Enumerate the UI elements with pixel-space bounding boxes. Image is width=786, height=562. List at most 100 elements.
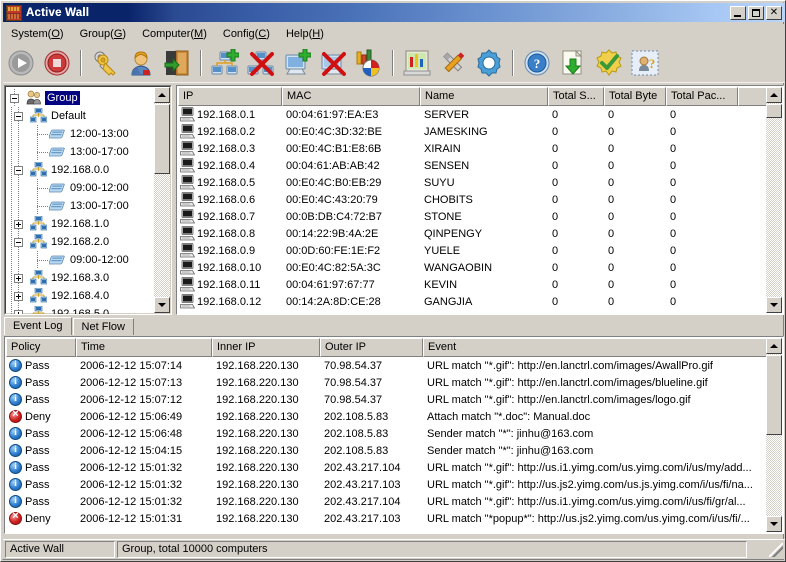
- computer-list-body[interactable]: 192.168.0.100:04:61:97:EA:E3SERVER000192…: [178, 106, 766, 313]
- collapse-expander-icon[interactable]: [14, 166, 23, 175]
- event-log-row[interactable]: Pass2006-12-12 15:01:32192.168.220.13020…: [6, 459, 766, 476]
- tree-node[interactable]: Default: [7, 107, 153, 125]
- event-log-column-header[interactable]: Policy: [6, 338, 76, 357]
- computer-list-header[interactable]: IPMACNameTotal S...Total ByteTotal Pac..…: [178, 87, 782, 106]
- computer-list-column-header[interactable]: MAC: [282, 87, 420, 106]
- tree-node[interactable]: 192.168.2.0: [7, 233, 153, 251]
- title-bar[interactable]: Active Wall ✕: [3, 3, 785, 22]
- computer-list-row[interactable]: 192.168.0.100:04:61:97:EA:E3SERVER000: [178, 106, 766, 123]
- event-log-header[interactable]: PolicyTimeInner IPOuter IPEvent: [6, 338, 782, 357]
- computer-list-row[interactable]: 192.168.0.400:04:61:AB:AB:42SENSEN000: [178, 157, 766, 174]
- computer-list-row[interactable]: 192.168.0.1200:14:2A:8D:CE:28GANGJIA000: [178, 293, 766, 310]
- menu-item-group[interactable]: Group(G): [72, 26, 134, 42]
- event-log-row[interactable]: Pass2006-12-12 15:06:48192.168.220.13020…: [6, 425, 766, 442]
- event-log-row[interactable]: Pass2006-12-12 15:01:32192.168.220.13020…: [6, 476, 766, 493]
- tree-expander-cell[interactable]: [30, 179, 49, 197]
- computer-list-row[interactable]: 192.168.0.600:E0:4C:43:20:79CHOBITS000: [178, 191, 766, 208]
- expand-expander-icon[interactable]: [14, 274, 23, 283]
- tab-net-flow[interactable]: Net Flow: [73, 318, 134, 335]
- settings-gear-icon[interactable]: [473, 47, 505, 79]
- log-scroll-down-button[interactable]: [766, 516, 782, 532]
- computer-list-column-header[interactable]: [738, 87, 768, 106]
- tree-expander-cell[interactable]: [30, 251, 49, 269]
- event-log-panel[interactable]: PolicyTimeInner IPOuter IPEvent Pass2006…: [4, 336, 784, 534]
- collapse-expander-icon[interactable]: [10, 94, 19, 103]
- event-log-row[interactable]: Pass2006-12-12 15:07:12192.168.220.13070…: [6, 391, 766, 408]
- tree-node[interactable]: 192.168.3.0: [7, 269, 153, 287]
- tree-scroll-up-button[interactable]: [154, 87, 170, 103]
- collapse-expander-icon[interactable]: [14, 238, 23, 247]
- menu-item-computer[interactable]: Computer(M): [134, 26, 215, 42]
- exit-door-icon[interactable]: [161, 47, 193, 79]
- list-scroll-up-button[interactable]: [766, 87, 782, 103]
- statistics-icon[interactable]: [353, 47, 385, 79]
- tree-expander-cell[interactable]: [30, 125, 49, 143]
- user-icon[interactable]: [125, 47, 157, 79]
- event-log-row[interactable]: Deny2006-12-12 15:01:31192.168.220.13020…: [6, 510, 766, 527]
- tree-expander-cell[interactable]: [7, 89, 26, 107]
- tree-node[interactable]: 09:00-12:00: [7, 251, 153, 269]
- check-update-icon[interactable]: [593, 47, 625, 79]
- computer-list-panel[interactable]: IPMACNameTotal S...Total ByteTotal Pac..…: [176, 85, 784, 315]
- start-icon[interactable]: [5, 47, 37, 79]
- delete-computer-icon[interactable]: [317, 47, 349, 79]
- computer-list-row[interactable]: 192.168.0.700:0B:DB:C4:72:B7STONE000: [178, 208, 766, 225]
- event-log-body[interactable]: Pass2006-12-12 15:07:14192.168.220.13070…: [6, 357, 766, 532]
- tree-expander-cell[interactable]: [11, 161, 30, 179]
- event-log-column-header[interactable]: Event: [423, 338, 768, 357]
- event-log-row[interactable]: Pass2006-12-12 15:04:15192.168.220.13020…: [6, 442, 766, 459]
- maximize-button[interactable]: [748, 6, 764, 20]
- resize-grip[interactable]: [769, 543, 783, 557]
- group-tree-panel[interactable]: GroupDefault12:00-13:0013:00-17:00192.16…: [4, 85, 172, 315]
- expand-expander-icon[interactable]: [14, 310, 23, 315]
- delete-group-icon[interactable]: [245, 47, 277, 79]
- event-log-row[interactable]: Pass2006-12-12 15:01:32192.168.220.13020…: [6, 493, 766, 510]
- list-scroll-down-button[interactable]: [766, 297, 782, 313]
- tree-scroll-thumb[interactable]: [154, 104, 170, 174]
- tree-expander-cell[interactable]: [11, 215, 30, 233]
- event-log-row[interactable]: Pass2006-12-12 15:07:14192.168.220.13070…: [6, 357, 766, 374]
- computer-list-column-header[interactable]: IP: [178, 87, 282, 106]
- computer-list-row[interactable]: 192.168.0.1100:04:61:97:67:77KEVIN000: [178, 276, 766, 293]
- event-log-row[interactable]: Pass2006-12-12 15:07:13192.168.220.13070…: [6, 374, 766, 391]
- menu-item-config[interactable]: Config(C): [215, 26, 278, 42]
- menu-item-system[interactable]: System(O): [3, 26, 72, 42]
- about-icon[interactable]: ?: [629, 47, 661, 79]
- tree-expander-cell[interactable]: [11, 269, 30, 287]
- tree-scroll-down-button[interactable]: [154, 297, 170, 313]
- log-scroll-up-button[interactable]: [766, 338, 782, 354]
- tree-node[interactable]: Group: [7, 89, 153, 107]
- collapse-expander-icon[interactable]: [14, 112, 23, 121]
- expand-expander-icon[interactable]: [14, 220, 23, 229]
- event-log-row[interactable]: Deny2006-12-12 15:06:49192.168.220.13020…: [6, 408, 766, 425]
- close-button[interactable]: ✕: [766, 6, 782, 20]
- list-scroll-thumb[interactable]: [766, 104, 782, 118]
- computer-list-row[interactable]: 192.168.0.1000:E0:4C:82:5A:3CWANGAOBIN00…: [178, 259, 766, 276]
- event-log-column-header[interactable]: Time: [76, 338, 212, 357]
- computer-list-column-header[interactable]: Total S...: [548, 87, 604, 106]
- tree-expander-cell[interactable]: [30, 143, 49, 161]
- tree-expander-cell[interactable]: [11, 305, 30, 315]
- tree-expander-cell[interactable]: [11, 107, 30, 125]
- tree-node[interactable]: 09:00-12:00: [7, 179, 153, 197]
- computer-list-row[interactable]: 192.168.0.200:E0:4C:3D:32:BEJAMESKING000: [178, 123, 766, 140]
- log-scroll-thumb[interactable]: [766, 355, 782, 435]
- tree-expander-cell[interactable]: [11, 287, 30, 305]
- tree-expander-cell[interactable]: [11, 233, 30, 251]
- add-group-icon[interactable]: [209, 47, 241, 79]
- tree-node[interactable]: 192.168.1.0: [7, 215, 153, 233]
- event-log-vertical-scrollbar[interactable]: [766, 338, 782, 532]
- add-computer-icon[interactable]: [281, 47, 313, 79]
- expand-expander-icon[interactable]: [14, 292, 23, 301]
- tree-node[interactable]: 192.168.5.0: [7, 305, 153, 315]
- tree-node[interactable]: 192.168.0.0: [7, 161, 153, 179]
- tree-node[interactable]: 192.168.4.0: [7, 287, 153, 305]
- event-log-column-header[interactable]: Outer IP: [320, 338, 423, 357]
- tree-node[interactable]: 13:00-17:00: [7, 143, 153, 161]
- computer-list-column-header[interactable]: Name: [420, 87, 548, 106]
- computer-list-column-header[interactable]: Total Pac...: [666, 87, 738, 106]
- tree-vertical-scrollbar[interactable]: [154, 87, 170, 313]
- tree-expander-cell[interactable]: [30, 197, 49, 215]
- computer-list-vertical-scrollbar[interactable]: [766, 87, 782, 313]
- report-icon[interactable]: [401, 47, 433, 79]
